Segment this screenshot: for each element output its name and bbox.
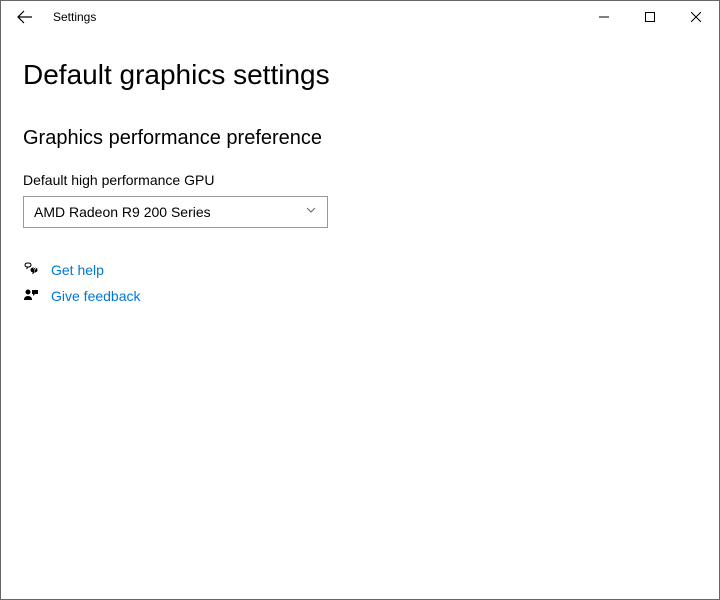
maximize-button[interactable] — [627, 1, 673, 33]
give-feedback-link[interactable]: Give feedback — [51, 288, 141, 304]
section-title: Graphics performance preference — [23, 127, 697, 150]
window-controls — [581, 1, 719, 33]
give-feedback-row: Give feedback — [23, 288, 697, 304]
gpu-dropdown-value: AMD Radeon R9 200 Series — [34, 204, 211, 220]
back-button[interactable] — [9, 1, 41, 33]
help-links: ? Get help Give feedback — [23, 262, 697, 304]
gpu-field-label: Default high performance GPU — [23, 172, 697, 188]
titlebar: Settings — [1, 1, 719, 33]
get-help-row: ? Get help — [23, 262, 697, 278]
close-button[interactable] — [673, 1, 719, 33]
arrow-left-icon — [17, 9, 33, 25]
feedback-icon — [23, 288, 39, 304]
gpu-dropdown[interactable]: AMD Radeon R9 200 Series — [23, 196, 328, 228]
minimize-button[interactable] — [581, 1, 627, 33]
help-icon: ? — [23, 262, 39, 278]
maximize-icon — [645, 12, 655, 22]
content-area: Default graphics settings Graphics perfo… — [1, 33, 719, 599]
page-title: Default graphics settings — [23, 59, 697, 91]
svg-text:?: ? — [33, 268, 36, 274]
chevron-down-icon — [305, 203, 317, 221]
get-help-link[interactable]: Get help — [51, 262, 104, 278]
minimize-icon — [599, 12, 609, 22]
app-title: Settings — [53, 10, 96, 24]
close-icon — [691, 12, 701, 22]
